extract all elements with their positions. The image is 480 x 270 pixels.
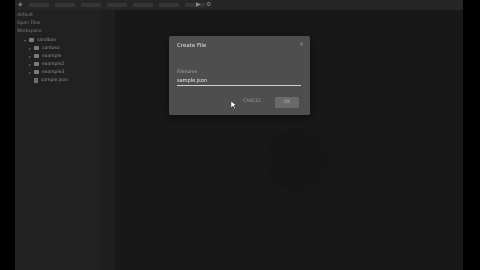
ok-button[interactable]: OK [275,97,299,108]
cancel-button[interactable]: CANCEL [243,99,261,104]
filename-input[interactable] [177,76,301,86]
filename-label: Filename [177,70,198,75]
close-icon[interactable]: × [299,41,304,48]
create-file-dialog: Create File × Filename CANCEL OK [169,36,310,115]
dialog-title: Create File [177,43,207,49]
